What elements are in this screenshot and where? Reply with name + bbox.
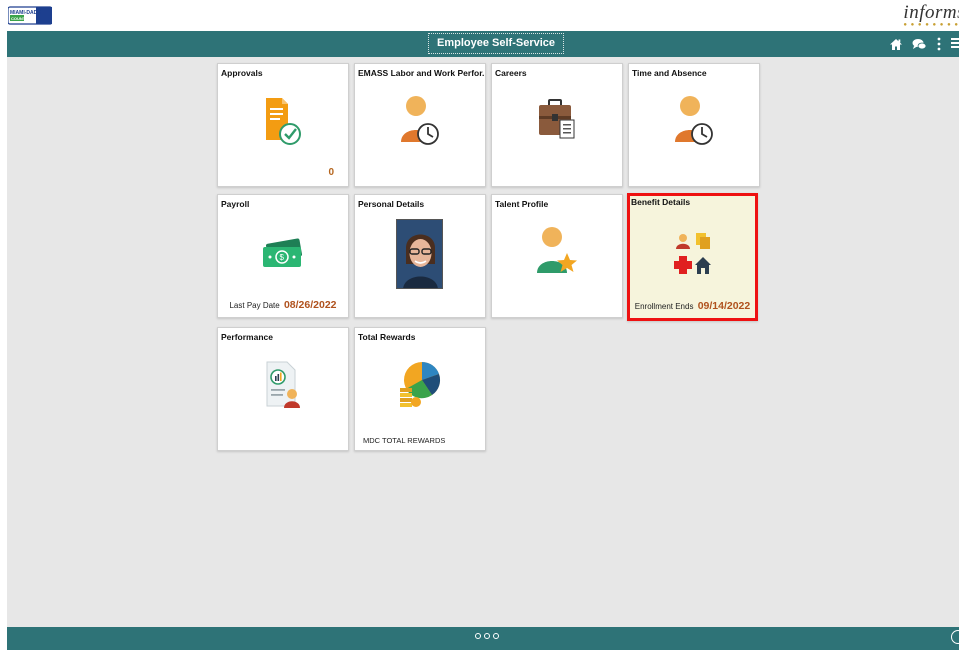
enrollment-ends-label: Enrollment Ends [634, 302, 694, 311]
page-dot[interactable] [493, 633, 499, 639]
profile-photo [396, 219, 443, 289]
rewards-pie-chart-icon [400, 361, 441, 407]
approvals-count: 0 [328, 167, 334, 178]
tile-time-and-absence[interactable]: Time and Absence [628, 63, 760, 187]
tile-benefit-details[interactable]: Benefit Details Enrollment Ends 09/14/20… [627, 193, 758, 321]
tile-title: Personal Details [358, 199, 425, 209]
last-pay-date-label: Last Pay Date [229, 301, 280, 310]
tile-title: Payroll [221, 199, 250, 209]
svg-text:COUNTY: COUNTY [11, 16, 28, 21]
tile-performance[interactable]: Performance [217, 327, 349, 451]
total-rewards-label: MDC TOTAL REWARDS [363, 436, 446, 445]
brand-decoration: ● ● ● ● ● ● ● ● [903, 22, 959, 28]
enrollment-ends-value: 09/14/2022 [697, 300, 751, 312]
homepage-tile-area: Approvals 0 EMASS Labor and Work Perfor.… [7, 57, 959, 627]
money-icon: $ [263, 238, 302, 267]
tile-emass-labor[interactable]: EMASS Labor and Work Perfor... [354, 63, 486, 187]
performance-document-icon [266, 361, 300, 408]
person-clock-icon [401, 96, 439, 145]
tile-total-rewards[interactable]: Total Rewards MDC TOTAL REWARDS [354, 327, 486, 451]
navigation-bar: Employee Self-Service [7, 31, 959, 57]
benefits-icon [673, 233, 711, 274]
tile-title: Careers [495, 68, 527, 78]
footer-bar [7, 627, 959, 650]
last-pay-date-value: 08/26/2022 [283, 299, 337, 311]
tile-title: EMASS Labor and Work Perfor... [358, 68, 484, 78]
more-vert-icon[interactable] [936, 37, 942, 51]
tile-footer: Enrollment Ends 09/14/2022 [630, 300, 755, 312]
person-clock-icon [675, 96, 713, 145]
tile-title: Approvals [221, 68, 263, 78]
tile-footer: Last Pay Date 08/26/2022 [218, 299, 348, 311]
tile-careers[interactable]: Careers [491, 63, 623, 187]
svg-text:$: $ [280, 253, 285, 262]
tile-title: Total Rewards [358, 332, 416, 342]
footer-corner-icon[interactable] [951, 630, 959, 644]
home-icon[interactable] [889, 38, 903, 51]
tile-talent-profile[interactable]: Talent Profile [491, 194, 623, 318]
menu-icon[interactable] [951, 37, 959, 51]
tile-title: Time and Absence [632, 68, 707, 78]
briefcase-icon [539, 99, 575, 139]
tile-payroll[interactable]: Payroll $ Last Pay Date 08/26/2022 [217, 194, 349, 318]
tile-title: Benefit Details [631, 197, 691, 207]
tile-approvals[interactable]: Approvals 0 [217, 63, 349, 187]
tile-title: Performance [221, 332, 273, 342]
miami-dade-county-logo: MIAMI-DADE COUNTY [8, 6, 52, 25]
tile-title: Talent Profile [495, 199, 549, 209]
chat-icon[interactable] [912, 38, 927, 51]
top-bar: MIAMI-DADE COUNTY informs ● ● ● ● ● ● ● … [0, 0, 959, 31]
person-star-icon [537, 227, 577, 273]
page-dot[interactable] [475, 633, 481, 639]
tile-personal-details[interactable]: Personal Details [354, 194, 486, 318]
brand-name: informs [903, 2, 959, 23]
page-dot[interactable] [484, 633, 490, 639]
page-title[interactable]: Employee Self-Service [428, 33, 565, 54]
nav-icon-group [889, 35, 959, 53]
approval-document-icon [266, 98, 301, 145]
page-indicator-dots[interactable] [475, 633, 499, 639]
